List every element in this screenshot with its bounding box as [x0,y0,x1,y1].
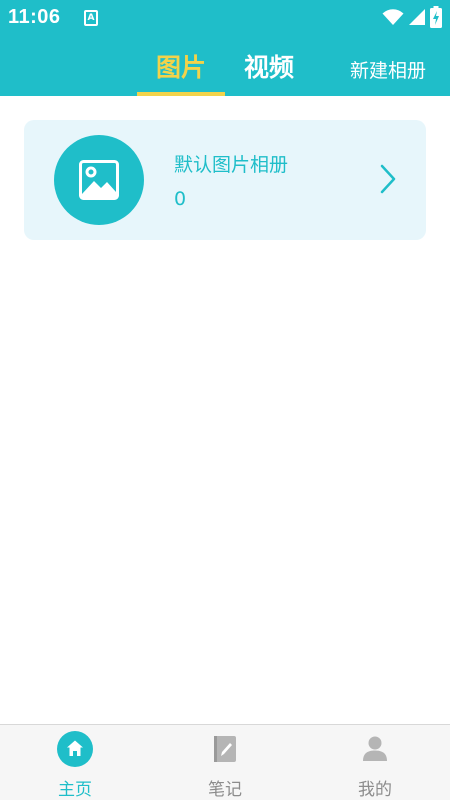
nav-notes[interactable]: 笔记 [150,725,300,800]
album-cover [54,135,144,225]
album-photo-count: 0 [174,188,187,210]
new-album-button[interactable]: 新建相册 [350,56,426,83]
chevron-right-icon [380,164,396,194]
nav-mine[interactable]: 我的 [300,725,450,800]
active-tab-indicator [137,92,225,96]
media-tabs: 图片 视频 新建相册 [0,40,450,96]
status-bar: 11:06 A [0,0,450,36]
nav-home-label: 主页 [58,780,92,800]
tab-videos[interactable]: 视频 [244,48,294,84]
app-screen: 11:06 A 图片 视频 新建相册 默认图片相册 0 主页 笔记 我的 [0,0,450,800]
image-icon [79,160,119,200]
user-icon [363,736,387,761]
notebook-icon [214,736,236,762]
nav-home[interactable]: 主页 [0,725,150,800]
status-time: 11:06 [8,6,61,28]
tab-pictures[interactable]: 图片 [156,48,206,84]
nav-notes-label: 笔记 [208,780,242,800]
album-card[interactable]: 默认图片相册 0 [24,120,426,240]
bottom-navigation: 主页 笔记 我的 [0,724,450,800]
wifi-icon [382,9,404,25]
header-bar: 11:06 A 图片 视频 新建相册 [0,0,450,96]
keyboard-indicator-icon: A [84,10,98,26]
home-icon [57,731,93,767]
status-icons [382,6,442,28]
album-name: 默认图片相册 [174,154,289,176]
nav-mine-label: 我的 [358,780,392,800]
battery-charging-icon [430,6,442,28]
cellular-signal-icon [409,9,425,25]
